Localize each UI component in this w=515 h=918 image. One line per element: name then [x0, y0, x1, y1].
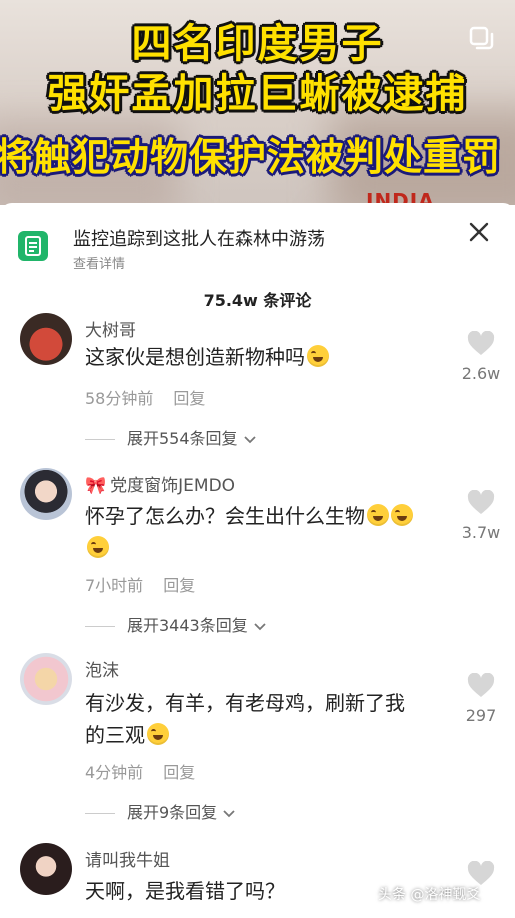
avatar[interactable]: [20, 653, 72, 705]
comment-text-line1: 有沙发，有羊，有老母鸡，刷新了我: [85, 691, 405, 715]
comment-username[interactable]: 请叫我牛姐: [85, 846, 170, 871]
caption-line-2: 强奸孟加拉巨蜥被逮捕: [47, 71, 468, 117]
like-count: 3.7w: [461, 523, 501, 542]
reply-button[interactable]: 回复: [173, 389, 205, 408]
comment-text: 这家伙是想创造新物种吗: [85, 341, 445, 373]
close-icon[interactable]: [466, 219, 492, 245]
comment-time: 7小时前: [85, 576, 144, 595]
divider: [85, 439, 115, 440]
chevron-down-icon: [244, 435, 256, 443]
comment-time: 4分钟前: [85, 763, 144, 782]
comment-text-line2: 的三观: [85, 723, 145, 747]
document-icon: [18, 231, 48, 261]
expand-replies-button[interactable]: 展开3443条回复: [85, 612, 267, 636]
comment-text: 有沙发，有羊，有老母鸡，刷新了我 的三观: [85, 687, 445, 751]
video-banner[interactable]: 四名印度男子 强奸孟加拉巨蜥被逮捕 将触犯动物保护法被判处重罚 INDIA: [0, 0, 515, 205]
avatar[interactable]: [20, 468, 72, 520]
like-count: 297: [465, 706, 497, 725]
like-count: 2.6w: [461, 364, 501, 383]
link-card-title: 监控追踪到这批人在森林中游荡: [73, 229, 325, 250]
heart-icon: [467, 331, 495, 355]
chevron-down-icon: [223, 809, 235, 817]
comment-time: 58分钟前: [85, 389, 154, 408]
like-button[interactable]: 2.6w: [460, 331, 502, 383]
reply-button[interactable]: 回复: [163, 763, 195, 782]
laughing-crying-emoji-icon: [87, 536, 109, 558]
expand-replies-label: 展开554条回复: [127, 429, 238, 448]
caption-line-3: 将触犯动物保护法被判处重罚: [0, 135, 502, 179]
comment-item: 泡沫 有沙发，有羊，有老母鸡，刷新了我 的三观 4分钟前 回复 展开9条回复 297: [0, 653, 515, 833]
comment-text-content: 这家伙是想创造新物种吗: [85, 345, 305, 369]
divider: [85, 813, 115, 814]
laughing-crying-emoji-icon: [147, 723, 169, 745]
expand-replies-button[interactable]: 展开9条回复: [85, 799, 236, 823]
heart-icon: [467, 673, 495, 697]
comment-text-content: 天啊，是我看错了吗？: [85, 879, 285, 903]
expand-replies-label: 展开3443条回复: [127, 616, 248, 635]
heart-icon: [467, 490, 495, 514]
laughing-crying-emoji-icon: [367, 504, 389, 526]
expand-replies-button[interactable]: 展开554条回复: [85, 425, 257, 449]
like-button[interactable]: [460, 861, 502, 886]
reply-button[interactable]: 回复: [163, 576, 195, 595]
comment-username-text: 党度窗饰JEMDO: [110, 476, 236, 496]
comment-text: 怀孕了怎么办？会生出什么生物: [85, 500, 445, 564]
chevron-down-icon: [254, 622, 266, 630]
comment-username[interactable]: 🎀 党度窗饰JEMDO: [85, 471, 235, 496]
avatar[interactable]: [20, 843, 72, 895]
like-button[interactable]: 297: [460, 673, 502, 725]
comment-text-content: 怀孕了怎么办？会生出什么生物: [85, 504, 365, 528]
link-card[interactable]: 监控追踪到这批人在森林中游荡 查看详情: [18, 223, 498, 273]
laughing-crying-emoji-icon: [307, 345, 329, 367]
comment-item: 请叫我牛姐 天啊，是我看错了吗？: [0, 843, 515, 918]
comment-username[interactable]: 大树哥: [85, 316, 136, 341]
laughing-crying-emoji-icon: [391, 504, 413, 526]
heart-icon: [467, 861, 495, 885]
comment-sheet: 监控追踪到这批人在森林中游荡 查看详情 75.4w 条评论 大树哥 这家伙是想创…: [0, 203, 515, 918]
comment-item: 🎀 党度窗饰JEMDO 怀孕了怎么办？会生出什么生物 7小时前 回复 展开3443条…: [0, 468, 515, 648]
comment-meta: 7小时前 回复: [85, 572, 195, 596]
comment-meta: 58分钟前 回复: [85, 385, 205, 409]
comment-username[interactable]: 泡沫: [85, 656, 119, 681]
comment-item: 大树哥 这家伙是想创造新物种吗 58分钟前 回复 展开554条回复 2.6w: [0, 313, 515, 473]
bow-icon: 🎀: [85, 476, 107, 496]
expand-replies-label: 展开9条回复: [127, 803, 218, 822]
copy-icon[interactable]: [467, 24, 497, 54]
like-button[interactable]: 3.7w: [460, 490, 502, 542]
avatar[interactable]: [20, 313, 72, 365]
comment-count: 75.4w 条评论: [203, 291, 312, 310]
link-card-details-link[interactable]: 查看详情: [73, 253, 125, 272]
divider: [85, 626, 115, 627]
comment-meta: 4分钟前 回复: [85, 759, 195, 783]
watermark: 头条 @洛神觐爻: [378, 887, 481, 903]
caption-line-1: 四名印度男子: [131, 21, 384, 67]
